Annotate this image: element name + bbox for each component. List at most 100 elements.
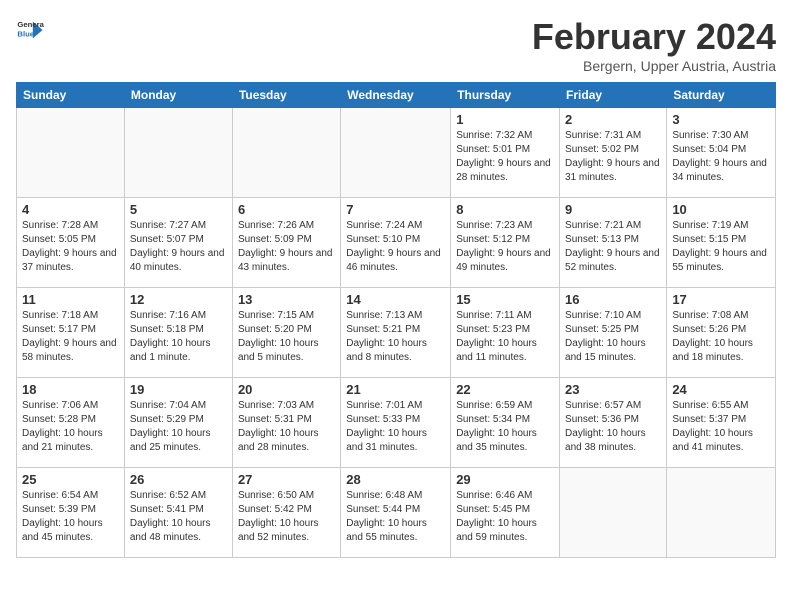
day-info: Sunrise: 6:50 AM Sunset: 5:42 PM Dayligh… — [238, 489, 335, 545]
day-number: 26 — [130, 472, 227, 487]
day-number: 8 — [456, 202, 554, 217]
day-info: Sunrise: 7:28 AM Sunset: 5:05 PM Dayligh… — [22, 219, 119, 275]
day-number: 9 — [565, 202, 661, 217]
calendar-week-row: 4 Sunrise: 7:28 AM Sunset: 5:05 PM Daylig… — [17, 198, 776, 288]
calendar-cell: 15 Sunrise: 7:11 AM Sunset: 5:23 PM Dayli… — [451, 288, 560, 378]
logo: General Blue — [16, 16, 44, 44]
day-info: Sunrise: 7:24 AM Sunset: 5:10 PM Dayligh… — [346, 219, 445, 275]
calendar-cell: 5 Sunrise: 7:27 AM Sunset: 5:07 PM Daylig… — [124, 198, 232, 288]
title-block: February 2024 Bergern, Upper Austria, Au… — [532, 16, 776, 74]
calendar-cell: 11 Sunrise: 7:18 AM Sunset: 5:17 PM Dayli… — [17, 288, 125, 378]
day-info: Sunrise: 7:18 AM Sunset: 5:17 PM Dayligh… — [22, 309, 119, 365]
calendar-cell: 20 Sunrise: 7:03 AM Sunset: 5:31 PM Dayli… — [232, 378, 340, 468]
calendar-cell: 18 Sunrise: 7:06 AM Sunset: 5:28 PM Dayli… — [17, 378, 125, 468]
day-info: Sunrise: 7:19 AM Sunset: 5:15 PM Dayligh… — [672, 219, 770, 275]
day-number: 18 — [22, 382, 119, 397]
calendar-cell: 29 Sunrise: 6:46 AM Sunset: 5:45 PM Dayli… — [451, 468, 560, 558]
calendar-cell: 27 Sunrise: 6:50 AM Sunset: 5:42 PM Dayli… — [232, 468, 340, 558]
logo-icon: General Blue — [16, 16, 44, 44]
calendar-week-row: 1 Sunrise: 7:32 AM Sunset: 5:01 PM Daylig… — [17, 108, 776, 198]
calendar-cell — [560, 468, 667, 558]
calendar-cell: 7 Sunrise: 7:24 AM Sunset: 5:10 PM Daylig… — [341, 198, 451, 288]
day-number: 12 — [130, 292, 227, 307]
day-info: Sunrise: 7:16 AM Sunset: 5:18 PM Dayligh… — [130, 309, 227, 365]
day-info: Sunrise: 7:10 AM Sunset: 5:25 PM Dayligh… — [565, 309, 661, 365]
day-info: Sunrise: 7:30 AM Sunset: 5:04 PM Dayligh… — [672, 129, 770, 185]
day-number: 19 — [130, 382, 227, 397]
calendar-cell: 26 Sunrise: 6:52 AM Sunset: 5:41 PM Dayli… — [124, 468, 232, 558]
calendar-cell — [341, 108, 451, 198]
svg-text:Blue: Blue — [17, 29, 34, 38]
calendar-cell: 14Sunrise: 7:13 AM Sunset: 5:21 PM Dayli… — [341, 288, 451, 378]
calendar-week-row: 25Sunrise: 6:54 AM Sunset: 5:39 PM Dayli… — [17, 468, 776, 558]
calendar-cell: 9Sunrise: 7:21 AM Sunset: 5:13 PM Daylig… — [560, 198, 667, 288]
day-number: 24 — [672, 382, 770, 397]
day-info: Sunrise: 7:26 AM Sunset: 5:09 PM Dayligh… — [238, 219, 335, 275]
day-number: 25 — [22, 472, 119, 487]
day-info: Sunrise: 7:23 AM Sunset: 5:12 PM Dayligh… — [456, 219, 554, 275]
day-info: Sunrise: 7:08 AM Sunset: 5:26 PM Dayligh… — [672, 309, 770, 365]
day-number: 16 — [565, 292, 661, 307]
weekday-header-cell: Friday — [560, 83, 667, 108]
day-number: 20 — [238, 382, 335, 397]
calendar-cell: 24Sunrise: 6:55 AM Sunset: 5:37 PM Dayli… — [667, 378, 776, 468]
day-number: 10 — [672, 202, 770, 217]
day-info: Sunrise: 6:52 AM Sunset: 5:41 PM Dayligh… — [130, 489, 227, 545]
calendar-cell: 16 Sunrise: 7:10 AM Sunset: 5:25 PM Dayli… — [560, 288, 667, 378]
calendar-cell: 13 Sunrise: 7:15 AM Sunset: 5:20 PM Dayli… — [232, 288, 340, 378]
day-info: Sunrise: 6:46 AM Sunset: 5:45 PM Dayligh… — [456, 489, 554, 545]
day-number: 23 — [565, 382, 661, 397]
day-info: Sunrise: 7:01 AM Sunset: 5:33 PM Dayligh… — [346, 399, 445, 455]
day-info: Sunrise: 7:06 AM Sunset: 5:28 PM Dayligh… — [22, 399, 119, 455]
weekday-header-cell: Sunday — [17, 83, 125, 108]
calendar-cell — [17, 108, 125, 198]
calendar-cell — [232, 108, 340, 198]
day-number: 1 — [456, 112, 554, 127]
calendar-cell: 3Sunrise: 7:30 AM Sunset: 5:04 PM Daylig… — [667, 108, 776, 198]
month-title: February 2024 — [532, 16, 776, 58]
page-header: General Blue February 2024 Bergern, Uppe… — [16, 16, 776, 74]
day-info: Sunrise: 7:32 AM Sunset: 5:01 PM Dayligh… — [456, 129, 554, 185]
day-info: Sunrise: 7:11 AM Sunset: 5:23 PM Dayligh… — [456, 309, 554, 365]
day-number: 15 — [456, 292, 554, 307]
calendar-cell: 19 Sunrise: 7:04 AM Sunset: 5:29 PM Dayli… — [124, 378, 232, 468]
weekday-header-cell: Thursday — [451, 83, 560, 108]
day-number: 17 — [672, 292, 770, 307]
day-number: 29 — [456, 472, 554, 487]
svg-text:General: General — [17, 20, 44, 29]
calendar-cell: 17 Sunrise: 7:08 AM Sunset: 5:26 PM Dayli… — [667, 288, 776, 378]
day-info: Sunrise: 6:59 AM Sunset: 5:34 PM Dayligh… — [456, 399, 554, 455]
day-number: 4 — [22, 202, 119, 217]
day-info: Sunrise: 6:57 AM Sunset: 5:36 PM Dayligh… — [565, 399, 661, 455]
day-info: Sunrise: 7:04 AM Sunset: 5:29 PM Dayligh… — [130, 399, 227, 455]
calendar-cell: 10 Sunrise: 7:19 AM Sunset: 5:15 PM Dayli… — [667, 198, 776, 288]
day-info: Sunrise: 7:15 AM Sunset: 5:20 PM Dayligh… — [238, 309, 335, 365]
day-number: 22 — [456, 382, 554, 397]
day-number: 21 — [346, 382, 445, 397]
calendar-cell — [667, 468, 776, 558]
day-number: 27 — [238, 472, 335, 487]
day-number: 13 — [238, 292, 335, 307]
calendar-body: 1 Sunrise: 7:32 AM Sunset: 5:01 PM Daylig… — [17, 108, 776, 558]
day-number: 11 — [22, 292, 119, 307]
calendar-cell: 22 Sunrise: 6:59 AM Sunset: 5:34 PM Dayli… — [451, 378, 560, 468]
calendar-week-row: 18 Sunrise: 7:06 AM Sunset: 5:28 PM Dayli… — [17, 378, 776, 468]
calendar-cell: 1 Sunrise: 7:32 AM Sunset: 5:01 PM Daylig… — [451, 108, 560, 198]
day-number: 7 — [346, 202, 445, 217]
day-number: 5 — [130, 202, 227, 217]
calendar-cell: 28Sunrise: 6:48 AM Sunset: 5:44 PM Dayli… — [341, 468, 451, 558]
weekday-header-cell: Monday — [124, 83, 232, 108]
weekday-header-cell: Wednesday — [341, 83, 451, 108]
day-number: 28 — [346, 472, 445, 487]
day-info: Sunrise: 7:31 AM Sunset: 5:02 PM Dayligh… — [565, 129, 661, 185]
day-info: Sunrise: 7:03 AM Sunset: 5:31 PM Dayligh… — [238, 399, 335, 455]
calendar-cell: 21 Sunrise: 7:01 AM Sunset: 5:33 PM Dayli… — [341, 378, 451, 468]
calendar-cell: 8 Sunrise: 7:23 AM Sunset: 5:12 PM Daylig… — [451, 198, 560, 288]
day-info: Sunrise: 7:13 AM Sunset: 5:21 PM Dayligh… — [346, 309, 445, 365]
calendar-cell — [124, 108, 232, 198]
day-number: 2 — [565, 112, 661, 127]
location: Bergern, Upper Austria, Austria — [532, 58, 776, 74]
calendar-week-row: 11 Sunrise: 7:18 AM Sunset: 5:17 PM Dayli… — [17, 288, 776, 378]
day-info: Sunrise: 7:27 AM Sunset: 5:07 PM Dayligh… — [130, 219, 227, 275]
calendar-cell: 6Sunrise: 7:26 AM Sunset: 5:09 PM Daylig… — [232, 198, 340, 288]
